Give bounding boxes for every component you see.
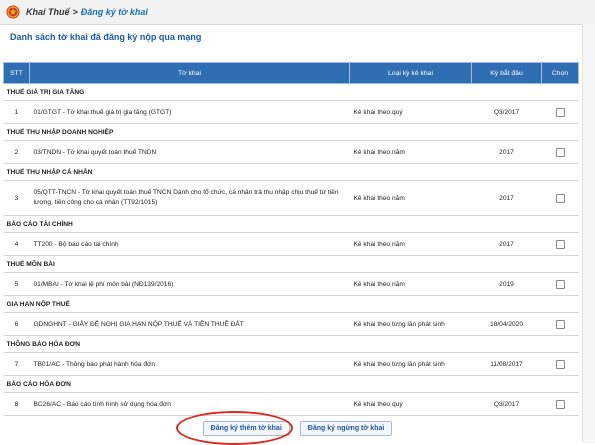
cell-type: Kê khai theo từng lần phát sinh xyxy=(349,352,472,376)
select-checkbox[interactable] xyxy=(555,399,565,409)
table-row: 8 BC26/AC - Báo cáo tình hình sử dụng hó… xyxy=(3,392,579,416)
top-bar: Khai Thuế > Đăng ký tờ khai xyxy=(0,0,595,25)
cell-type: Kê khai theo năm xyxy=(349,232,472,256)
group-row: THUẾ THU NHẬP DOANH NGHIỆP xyxy=(3,123,579,141)
cell-type: Kê khai theo năm xyxy=(349,272,472,296)
table-row: 4 TT200 - Bộ báo cáo tài chính Kê khai t… xyxy=(3,232,579,256)
select-checkbox[interactable] xyxy=(555,319,565,329)
cell-type: Kê khai theo từng lần phát sinh xyxy=(349,312,472,336)
group-name: THUẾ THU NHẬP DOANH NGHIỆP xyxy=(3,123,579,141)
group-row: THUẾ THU NHẬP CÁ NHÂN xyxy=(3,163,579,181)
table-header-row: STT Tờ khai Loại kỳ kê khai Kỳ bắt đầu C… xyxy=(3,62,579,84)
header-period: Kỳ bắt đầu xyxy=(471,62,542,84)
cell-form: BC26/AC - Báo cáo tình hình sử dụng hóa … xyxy=(29,392,350,416)
cell-type: Kê khai theo quý xyxy=(349,100,472,124)
group-name: BÁO CÁO HÓA ĐƠN xyxy=(3,375,579,393)
select-checkbox[interactable] xyxy=(555,147,565,157)
cell-stt: 1 xyxy=(3,100,30,124)
breadcrumb: Khai Thuế > Đăng ký tờ khai xyxy=(26,7,148,17)
cell-form: 05/QTT-TNCN - Tờ khai quyết toán thuế TN… xyxy=(29,180,350,216)
group-row: BÁO CÁO HÓA ĐƠN xyxy=(3,375,579,393)
scrollbar[interactable] xyxy=(582,24,595,443)
group-name: THÔNG BÁO HÓA ĐƠN xyxy=(3,335,579,353)
group-name: BÁO CÁO TÀI CHÍNH xyxy=(3,215,579,233)
table-row: 5 01/MBAI - Tờ khai lệ phí môn bài (NĐ13… xyxy=(3,272,579,296)
select-checkbox[interactable] xyxy=(555,239,565,249)
cell-period: 11/08/2017 xyxy=(471,352,542,376)
cell-type: Kê khai theo năm xyxy=(349,140,472,164)
table-row: 1 01/GTGT - Tờ khai thuế giá trị gia tăn… xyxy=(3,100,579,124)
cell-form: 01/GTGT - Tờ khai thuế giá trị gia tăng … xyxy=(29,100,350,124)
table-row: 3 05/QTT-TNCN - Tờ khai quyết toán thuế … xyxy=(3,180,579,216)
cell-period: 18/04/2020 xyxy=(471,312,542,336)
group-row: THÔNG BÁO HÓA ĐƠN xyxy=(3,335,579,353)
breadcrumb-current[interactable]: Đăng ký tờ khai xyxy=(81,7,148,17)
group-name: THUẾ THU NHẬP CÁ NHÂN xyxy=(3,163,579,181)
cell-stt: 8 xyxy=(3,392,30,416)
group-name: THUẾ GIÁ TRỊ GIA TĂNG xyxy=(3,83,579,101)
group-row: THUẾ MÔN BÀI xyxy=(3,255,579,273)
breadcrumb-root[interactable]: Khai Thuế xyxy=(26,7,70,17)
cell-period: Q3/2017 xyxy=(471,392,542,416)
cell-period: 2019 xyxy=(471,272,542,296)
cell-stt: 4 xyxy=(3,232,30,256)
group-row: GIA HẠN NỘP THUẾ xyxy=(3,295,579,313)
cell-form: TT200 - Bộ báo cáo tài chính xyxy=(29,232,350,256)
registered-forms-table: STT Tờ khai Loại kỳ kê khai Kỳ bắt đầu C… xyxy=(3,62,579,416)
header-stt: STT xyxy=(3,62,30,84)
cell-type: Kê khai theo năm xyxy=(349,180,472,216)
cell-form: 01/MBAI - Tờ khai lệ phí môn bài (NĐ139/… xyxy=(29,272,350,296)
group-name: THUẾ MÔN BÀI xyxy=(3,255,579,273)
table-row: 6 GDNGHNT - GIẤY ĐỀ NGHỊ GIA HẠN NỘP THU… xyxy=(3,312,579,336)
select-checkbox[interactable] xyxy=(555,107,565,117)
cell-period: 2017 xyxy=(471,180,542,216)
cell-period: 2017 xyxy=(471,140,542,164)
table-row: 7 TB01/AC - Thông báo phát hành hóa đơn … xyxy=(3,352,579,376)
page-title: Danh sách tờ khai đã đăng ký nộp qua mạn… xyxy=(10,32,202,42)
group-row: BÁO CÁO TÀI CHÍNH xyxy=(3,215,579,233)
cell-period: Q3/2017 xyxy=(471,100,542,124)
group-name: GIA HẠN NỘP THUẾ xyxy=(3,295,579,313)
stop-register-button[interactable]: Đăng ký ngừng tờ khai xyxy=(299,421,393,436)
select-checkbox[interactable] xyxy=(555,279,565,289)
table-row: 2 03/TNDN - Tờ khai quyết toán thuế TNDN… xyxy=(3,140,579,164)
highlight-circle xyxy=(176,411,293,445)
header-type: Loại kỳ kê khai xyxy=(349,62,472,84)
cell-stt: 2 xyxy=(3,140,30,164)
cell-type: Kê khai theo quý xyxy=(349,392,472,416)
national-emblem-icon xyxy=(6,5,20,19)
breadcrumb-separator: > xyxy=(72,7,78,17)
select-checkbox[interactable] xyxy=(555,193,565,203)
cell-stt: 3 xyxy=(3,180,30,216)
select-checkbox[interactable] xyxy=(555,359,565,369)
cell-form: GDNGHNT - GIẤY ĐỀ NGHỊ GIA HẠN NỘP THUẾ … xyxy=(29,312,350,336)
header-choose: Chọn xyxy=(541,62,579,84)
cell-form: TB01/AC - Thông báo phát hành hóa đơn xyxy=(29,352,350,376)
action-buttons: Đăng ký thêm tờ khai Đăng ký ngừng tờ kh… xyxy=(0,421,595,436)
header-form: Tờ khai xyxy=(29,62,350,84)
group-row: THUẾ GIÁ TRỊ GIA TĂNG xyxy=(3,83,579,101)
cell-period: 2017 xyxy=(471,232,542,256)
cell-stt: 7 xyxy=(3,352,30,376)
cell-form: 03/TNDN - Tờ khai quyết toán thuế TNDN xyxy=(29,140,350,164)
cell-stt: 6 xyxy=(3,312,30,336)
cell-stt: 5 xyxy=(3,272,30,296)
